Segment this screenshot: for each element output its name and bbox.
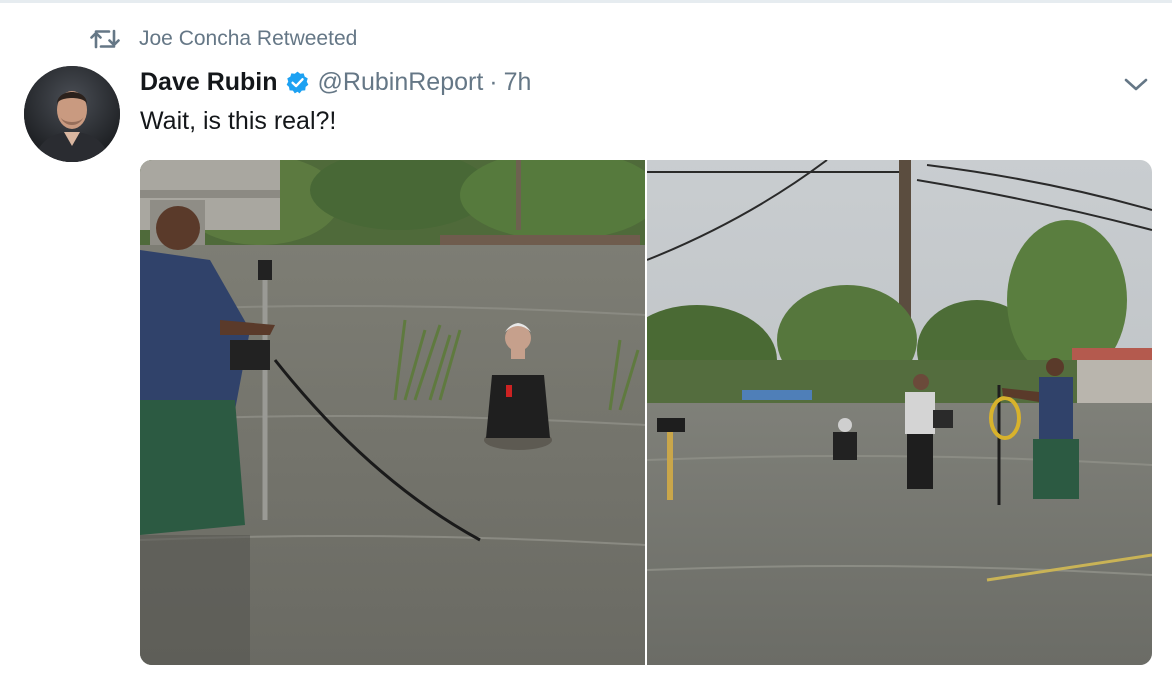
tweet-timestamp[interactable]: 7h xyxy=(504,68,532,97)
photo-2[interactable] xyxy=(647,160,1152,665)
tweet-header: Dave Rubin @RubinReport · 7h xyxy=(140,64,531,100)
top-divider xyxy=(0,0,1172,3)
retweet-icon xyxy=(90,28,120,50)
retweeted-by-label[interactable]: Joe Concha Retweeted xyxy=(139,27,357,51)
retweet-context: Joe Concha Retweeted xyxy=(90,26,357,52)
photo-1[interactable] xyxy=(140,160,645,665)
chevron-down-icon[interactable] xyxy=(1122,73,1150,95)
author-handle[interactable]: @RubinReport xyxy=(318,68,484,97)
tweet-text: Wait, is this real?! xyxy=(140,107,337,135)
media-grid xyxy=(140,160,1152,665)
verified-badge-icon xyxy=(285,70,310,95)
author-name[interactable]: Dave Rubin xyxy=(140,68,278,97)
avatar[interactable] xyxy=(24,66,120,162)
separator-dot: · xyxy=(489,67,498,96)
